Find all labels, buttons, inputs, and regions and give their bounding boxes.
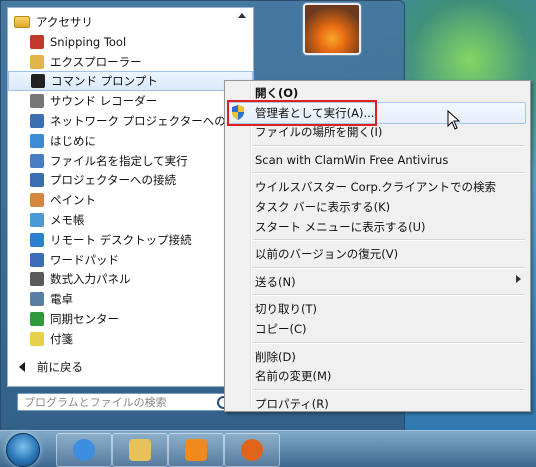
user-picture[interactable] xyxy=(303,3,361,55)
program-item[interactable]: 電卓 xyxy=(8,289,253,309)
program-item[interactable]: はじめに xyxy=(8,131,253,151)
program-item[interactable]: メモ帳 xyxy=(8,210,253,230)
program-label: メモ帳 xyxy=(50,213,85,227)
program-item[interactable]: 数式入力パネル xyxy=(8,269,253,289)
start-button[interactable] xyxy=(6,433,40,467)
run-icon xyxy=(30,153,44,168)
remote-desktop-icon xyxy=(30,232,44,247)
file-explorer-icon xyxy=(129,439,151,461)
math-input-icon xyxy=(30,272,44,287)
getting-started-icon xyxy=(30,133,44,148)
menu-item[interactable]: タスク バーに表示する(K) xyxy=(255,197,390,217)
program-label: 数式入力パネル xyxy=(50,272,131,287)
program-item[interactable]: エクスプローラー xyxy=(8,52,253,72)
cmd-icon xyxy=(31,74,45,89)
back-arrow-icon xyxy=(19,362,25,372)
program-item[interactable]: ワードパッド xyxy=(8,250,253,270)
context-menu-gutter xyxy=(250,83,252,409)
scissors-icon xyxy=(30,34,44,49)
context-menu: 開く(O) 管理者として実行(A)... ファイルの場所を開く(I) Scan wit… xyxy=(224,80,531,412)
menu-item[interactable]: ファイルの場所を開く(I) xyxy=(255,122,382,142)
explorer-icon xyxy=(30,54,44,69)
programs-list: アクセサリ Snipping Tool エクスプローラーコマンド プロンプト サウンド… xyxy=(7,7,254,387)
program-item[interactable]: Snipping Tool xyxy=(8,32,253,52)
taskbar-button[interactable] xyxy=(224,433,280,467)
search-input[interactable]: プログラムとファイルの検索 xyxy=(17,393,230,411)
paint-icon xyxy=(30,193,44,208)
program-label: ペイント xyxy=(50,193,96,208)
search-placeholder: プログラムとファイルの検索 xyxy=(24,396,167,409)
microphone-icon xyxy=(30,94,44,109)
notepad-icon xyxy=(30,213,44,227)
menu-item[interactable]: 名前の変更(M) xyxy=(255,366,331,386)
wordpad-icon xyxy=(30,252,44,267)
calculator-icon xyxy=(30,292,44,307)
program-item[interactable]: 同期センター xyxy=(8,309,253,329)
program-item[interactable]: ファイル名を指定して実行 xyxy=(8,151,253,171)
menu-separator xyxy=(253,388,525,391)
menu-item[interactable]: スタート メニューに表示する(U) xyxy=(255,217,426,237)
projector-icon xyxy=(30,173,44,188)
submenu-arrow-icon xyxy=(516,275,521,283)
taskbar-button[interactable] xyxy=(56,433,112,467)
program-label: エクスプローラー xyxy=(50,54,142,69)
menu-item[interactable]: 開く(O) xyxy=(255,83,298,103)
program-item[interactable]: ペイント xyxy=(8,190,253,210)
program-label: 電卓 xyxy=(50,292,73,307)
menu-item[interactable]: 削除(D) xyxy=(255,347,296,367)
program-label: 同期センター xyxy=(50,312,119,326)
program-label: ファイル名を指定して実行 xyxy=(50,153,188,168)
program-item[interactable]: サウンド レコーダー xyxy=(8,91,253,111)
taskbar xyxy=(0,430,536,467)
program-item[interactable]: 付箋 xyxy=(8,329,253,349)
taskbar-button[interactable] xyxy=(112,433,168,467)
program-item[interactable]: ネットワーク プロジェクターへの接 xyxy=(8,111,253,131)
menu-item[interactable]: 以前のバージョンの復元(V) xyxy=(255,244,398,264)
program-label: サウンド レコーダー xyxy=(50,94,158,109)
sync-center-icon xyxy=(30,312,44,326)
taskbar-button[interactable] xyxy=(168,433,224,467)
menu-item[interactable]: コピー(C) xyxy=(255,319,307,339)
folder-icon xyxy=(14,16,30,28)
back-label: 前に戻る xyxy=(37,360,83,374)
firefox-icon xyxy=(241,439,263,461)
program-label: プロジェクターへの接続 xyxy=(50,173,177,188)
menu-item[interactable]: 切り取り(T) xyxy=(255,299,317,319)
mouse-cursor-icon xyxy=(447,110,461,130)
menu-separator xyxy=(253,266,525,269)
menu-separator xyxy=(253,239,525,242)
program-label: 付箋 xyxy=(50,331,73,346)
back-button[interactable]: 前に戻る xyxy=(7,357,252,377)
menu-item[interactable]: Scan with ClamWin Free Antivirus xyxy=(255,150,448,170)
program-item[interactable]: リモート デスクトップ接続 xyxy=(8,230,253,250)
program-label: Snipping Tool xyxy=(50,34,127,49)
scroll-up-icon[interactable] xyxy=(238,13,246,18)
menu-separator xyxy=(253,144,525,147)
menu-item[interactable]: プロパティ(R) xyxy=(255,394,329,414)
program-label: ネットワーク プロジェクターへの接 xyxy=(50,114,238,128)
menu-item[interactable]: 送る(N) xyxy=(255,272,296,292)
internet-explorer-icon xyxy=(73,439,95,461)
network-projector-icon xyxy=(30,114,44,128)
program-item[interactable]: プロジェクターへの接続 xyxy=(8,170,253,190)
media-player-icon xyxy=(185,439,207,461)
sticky-notes-icon xyxy=(30,331,44,346)
program-label: ワードパッド xyxy=(50,252,119,267)
menu-item-run-as-admin[interactable]: 管理者として実行(A)... xyxy=(255,103,374,123)
program-label: リモート デスクトップ接続 xyxy=(50,232,192,247)
menu-separator xyxy=(253,172,525,175)
program-label: アクセサリ xyxy=(36,15,93,29)
program-folder-accessories[interactable]: アクセサリ xyxy=(8,12,253,32)
program-label: はじめに xyxy=(50,133,96,148)
menu-item[interactable]: ウイルスバスター Corp.クライアントでの検索 xyxy=(255,177,496,197)
program-label: コマンド プロンプト xyxy=(51,74,158,89)
menu-separator xyxy=(253,341,525,344)
menu-separator xyxy=(253,294,525,297)
program-item[interactable]: コマンド プロンプト xyxy=(8,71,253,92)
